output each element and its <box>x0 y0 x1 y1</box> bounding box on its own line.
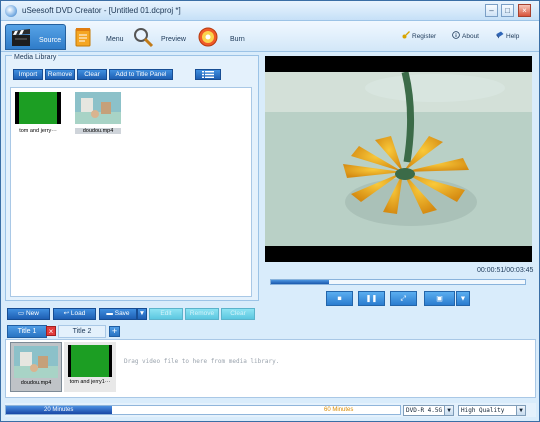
chevron-down-icon: ▼ <box>516 406 525 415</box>
status-bar: 20 Minutes 60 Minutes DVD-R 4.5G ▼ High … <box>5 403 536 417</box>
drag-hint: Drag video file to here from media libra… <box>124 358 280 365</box>
quality-select[interactable]: High Quality ▼ <box>458 405 526 416</box>
tab-burn[interactable]: Burn <box>193 24 251 50</box>
media-library-list[interactable]: tom and jerry··· doudou.mp4 <box>10 87 252 297</box>
chevron-down-icon: ▼ <box>138 310 146 317</box>
tab-source-label: Source <box>39 37 62 44</box>
load-label: Load <box>70 310 86 317</box>
minimize-button[interactable]: – <box>485 4 498 17</box>
tab-preview-label: Preview <box>161 36 186 43</box>
load-icon: ↩ <box>63 310 71 317</box>
fullscreen-icon: ⤢ <box>400 295 407 302</box>
help-label: Help <box>506 33 520 40</box>
tab-menu-label: Menu <box>106 36 124 43</box>
media-item[interactable]: doudou.mp4 <box>75 92 121 134</box>
info-icon <box>452 31 460 39</box>
green-thumbnail <box>68 345 112 377</box>
tab-source[interactable]: Source <box>5 24 66 50</box>
magnifier-icon <box>132 26 154 48</box>
notepad-icon <box>72 26 94 48</box>
media-item-caption: doudou.mp4 <box>75 128 121 134</box>
playback-progress-fill <box>271 280 330 284</box>
import-button[interactable]: Import <box>13 69 43 80</box>
save-button[interactable]: ▬ Save <box>99 308 137 320</box>
green-thumbnail <box>15 92 61 124</box>
disc-capacity-bar: 20 Minutes 60 Minutes <box>5 405 401 415</box>
stop-icon: ■ <box>337 295 342 302</box>
app-window: uSeesoft DVD Creator - [Untitled 01.dcpr… <box>0 0 540 422</box>
media-library-title: Media Library <box>12 54 59 61</box>
save-icon: ▬ <box>106 310 115 317</box>
title-clip-item[interactable]: tom and jerry1··· <box>64 342 116 392</box>
title-clip-item[interactable]: doudou.mp4 <box>10 342 62 392</box>
tab-menu[interactable]: Menu <box>69 24 127 50</box>
maximize-button[interactable]: □ <box>501 4 514 17</box>
new-label: New <box>25 310 39 317</box>
disc-icon <box>197 26 219 48</box>
save-dropdown-button[interactable]: ▼ <box>137 308 147 320</box>
clear-title-button[interactable]: Clear <box>221 308 255 320</box>
tab-title-1[interactable]: Title 1 <box>7 325 47 338</box>
snapshot-button[interactable]: ▣ <box>424 291 455 306</box>
clear-button[interactable]: Clear <box>77 69 107 80</box>
load-button[interactable]: ↩ Load <box>53 308 96 320</box>
room-thumbnail <box>14 346 58 378</box>
pause-button[interactable]: ❚❚ <box>358 291 385 306</box>
register-link[interactable]: Register <box>402 31 436 40</box>
fullscreen-button[interactable]: ⤢ <box>390 291 417 306</box>
remove-title-button[interactable]: Remove <box>185 308 219 320</box>
chevron-down-icon: ▼ <box>444 406 453 415</box>
disc-type-select[interactable]: DVD-R 4.5G ▼ <box>403 405 454 416</box>
main-toolbar: Source Menu Preview Burn Register About … <box>1 21 539 52</box>
new-icon: ▭ <box>18 310 26 317</box>
tab-preview[interactable]: Preview <box>129 24 189 50</box>
chevron-down-icon: ▼ <box>459 295 467 302</box>
title-clip-caption: tom and jerry1··· <box>69 379 111 385</box>
media-item[interactable]: tom and jerry··· <box>15 92 61 134</box>
title-clip-caption: doudou.mp4 <box>20 380 52 386</box>
media-item-caption: tom and jerry··· <box>19 128 57 134</box>
list-view-button[interactable] <box>195 69 221 80</box>
snapshot-dropdown-button[interactable]: ▼ <box>456 291 470 306</box>
window-title: uSeesoft DVD Creator - [Untitled 01.dcpr… <box>22 6 181 15</box>
close-button[interactable]: × <box>518 4 531 17</box>
disc-type-value: DVD-R 4.5G <box>406 407 443 414</box>
stop-button[interactable]: ■ <box>326 291 353 306</box>
room-thumbnail <box>75 92 121 124</box>
help-book-icon <box>496 31 504 39</box>
tab-title-2[interactable]: Title 2 <box>58 325 106 338</box>
title-bar: uSeesoft DVD Creator - [Untitled 01.dcpr… <box>1 1 539 21</box>
list-view-icon <box>202 71 214 81</box>
used-duration: 20 Minutes <box>44 407 74 413</box>
close-title-icon[interactable]: × <box>46 326 56 336</box>
quality-value: High Quality <box>461 407 505 414</box>
new-button[interactable]: ▭ New <box>7 308 50 320</box>
app-logo-icon <box>5 5 17 17</box>
pause-icon: ❚❚ <box>365 295 378 302</box>
about-label: About <box>462 33 479 40</box>
tab-burn-label: Burn <box>230 36 245 43</box>
clapper-icon <box>10 27 32 49</box>
video-preview <box>265 56 532 262</box>
video-frame <box>265 72 532 246</box>
register-label: Register <box>412 33 437 40</box>
playback-time: 00:00:51/00:03:45 <box>477 267 534 274</box>
title-clip-strip[interactable]: doudou.mp4 tom and jerry1··· Drag video … <box>5 339 536 398</box>
help-link[interactable]: Help <box>496 31 519 40</box>
total-duration: 60 Minutes <box>324 407 354 413</box>
about-link[interactable]: About <box>452 31 479 40</box>
camera-icon: ▣ <box>436 295 443 302</box>
remove-button[interactable]: Remove <box>45 69 75 80</box>
save-label: Save <box>114 310 130 317</box>
add-title-button[interactable]: + <box>109 326 120 337</box>
playback-progress-bar[interactable] <box>270 279 526 285</box>
add-to-title-panel-button[interactable]: Add to Title Panel <box>109 69 173 80</box>
edit-button[interactable]: Edit <box>149 308 183 320</box>
key-icon <box>402 31 410 39</box>
